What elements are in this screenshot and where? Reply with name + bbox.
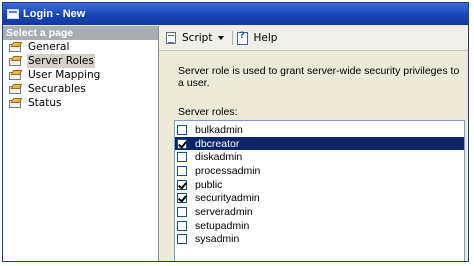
page-icon [9, 42, 23, 53]
role-name: serveradmin [195, 205, 253, 218]
role-checkbox[interactable] [177, 193, 187, 204]
server-roles-list[interactable]: bulkadmin dbcreator diskadmin processadm… [174, 120, 465, 261]
role-checkbox[interactable] [177, 179, 187, 190]
role-row-processadmin[interactable]: processadmin [175, 164, 464, 178]
page-item-label: User Mapping [28, 69, 101, 81]
page-icon [9, 84, 23, 95]
page-item-label: Server Roles [27, 54, 95, 68]
select-page-header: Select a page [3, 26, 158, 40]
script-button[interactable]: Script [165, 31, 225, 45]
role-row-serveradmin[interactable]: serveradmin [175, 205, 464, 219]
page-icon [9, 98, 23, 109]
login-new-window: Login - New Select a page General Server… [2, 2, 469, 262]
server-roles-panel: Script Help Server role is used to grant… [159, 26, 468, 261]
role-row-diskadmin[interactable]: diskadmin [175, 150, 464, 164]
role-name: sysadmin [195, 233, 240, 246]
server-roles-label: Server roles: [178, 106, 238, 118]
page-item-general[interactable]: General [3, 40, 158, 54]
role-checkbox[interactable] [177, 234, 187, 245]
page-item-label: Securables [28, 83, 86, 95]
role-row-dbcreator[interactable]: dbcreator [175, 136, 464, 151]
role-checkbox[interactable] [177, 152, 187, 163]
role-row-securityadmin[interactable]: securityadmin [175, 191, 464, 205]
page-item-user-mapping[interactable]: User Mapping [3, 68, 158, 82]
role-name: public [195, 178, 223, 191]
script-label: Script [182, 32, 213, 44]
role-name: setupadmin [195, 219, 250, 232]
page-item-label: General [28, 41, 70, 53]
script-icon [165, 31, 178, 45]
role-row-sysadmin[interactable]: sysadmin [175, 233, 464, 247]
page-item-status[interactable]: Status [3, 96, 158, 110]
window-title: Login - New [23, 8, 86, 20]
role-name: processadmin [195, 164, 261, 177]
role-name: diskadmin [195, 151, 243, 164]
chevron-down-icon[interactable] [218, 36, 225, 40]
help-icon [237, 31, 249, 45]
role-name: dbcreator [195, 137, 240, 150]
page-icon [9, 56, 23, 67]
help-button[interactable]: Help [237, 31, 278, 45]
window-icon [7, 9, 19, 19]
role-row-setupadmin[interactable]: setupadmin [175, 219, 464, 233]
title-bar[interactable]: Login - New [3, 3, 468, 25]
select-page-panel: Select a page General Server Roles User … [3, 26, 159, 261]
role-checkbox[interactable] [177, 206, 187, 217]
page-icon [9, 70, 23, 81]
role-checkbox[interactable] [177, 124, 187, 135]
role-checkbox[interactable] [177, 138, 187, 149]
help-label: Help [253, 32, 278, 44]
description-text: Server role is used to grant server-wide… [178, 65, 460, 89]
page-item-securables[interactable]: Securables [3, 82, 158, 96]
toolbar: Script Help [159, 26, 468, 51]
page-item-label: Status [28, 97, 62, 109]
page-item-server-roles[interactable]: Server Roles [3, 54, 158, 68]
role-checkbox[interactable] [177, 165, 187, 176]
role-checkbox[interactable] [177, 220, 187, 231]
toolbar-separator [232, 31, 234, 45]
role-row-bulkadmin[interactable]: bulkadmin [175, 123, 464, 137]
role-row-public[interactable]: public [175, 178, 464, 192]
role-name: bulkadmin [195, 123, 243, 136]
role-name: securityadmin [195, 192, 260, 205]
